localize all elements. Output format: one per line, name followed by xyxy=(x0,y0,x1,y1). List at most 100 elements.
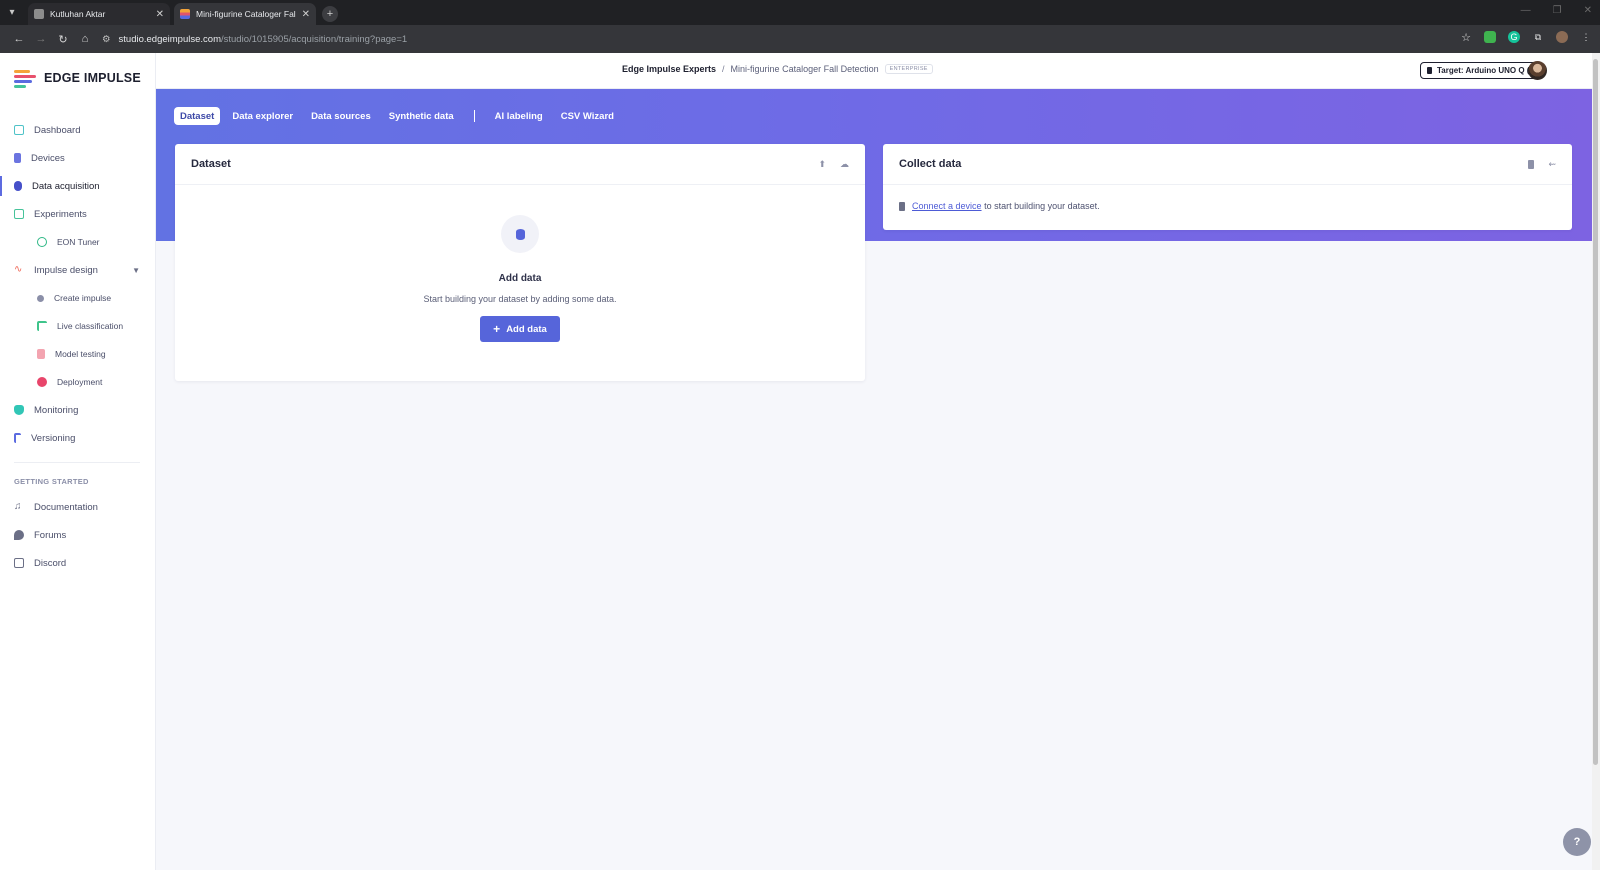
breadcrumb: Edge Impulse Experts / Mini-figurine Cat… xyxy=(622,64,933,74)
project-header: Edge Impulse Experts / Mini-figurine Cat… xyxy=(156,53,1600,89)
sidebar-item-label: Live classification xyxy=(57,321,124,331)
breadcrumb-project[interactable]: Mini-figurine Cataloger Fall Detection xyxy=(731,64,879,74)
profile-avatar-icon[interactable] xyxy=(1556,31,1568,43)
database-icon xyxy=(515,228,525,240)
clipboard-icon xyxy=(37,349,45,359)
target-device-button[interactable]: Target: Arduino UNO Q (... xyxy=(1420,62,1543,79)
reload-icon[interactable]: ↻ xyxy=(52,33,74,46)
add-data-button[interactable]: + Add data xyxy=(480,316,560,342)
usb-icon[interactable]: ⇜ xyxy=(1548,159,1556,170)
minimize-icon[interactable]: — xyxy=(1521,5,1531,16)
back-icon[interactable]: ← xyxy=(8,33,30,45)
tab-search-icon[interactable]: ▾ xyxy=(0,0,24,25)
sidebar-item-deployment[interactable]: Deployment xyxy=(0,368,156,396)
pulse-icon: ∿ xyxy=(14,264,23,275)
getting-started-heading: GETTING STARTED xyxy=(14,476,89,486)
tab-dataset[interactable]: Dataset xyxy=(174,107,221,125)
connect-device-link[interactable]: Connect a device xyxy=(912,201,982,211)
breadcrumb-separator: / xyxy=(722,64,725,74)
browser-tab-project[interactable]: Mini-figurine Cataloger Fall Detection ✕ xyxy=(174,3,316,25)
sidebar-item-create-impulse[interactable]: Create impulse xyxy=(0,284,156,312)
sidebar-item-eon-tuner[interactable]: EON Tuner xyxy=(0,228,156,256)
sidebar-item-dashboard[interactable]: Dashboard xyxy=(0,116,156,144)
close-tab-icon[interactable]: ✕ xyxy=(302,9,310,20)
new-tab-icon[interactable]: + xyxy=(322,6,338,22)
enterprise-badge: ENTERPRISE xyxy=(884,64,933,74)
collect-data-row: Connect a device to start building your … xyxy=(883,185,1572,227)
url-path: /studio/1015905/acquisition/training?pag… xyxy=(220,33,408,45)
sidebar-item-live-classification[interactable]: Live classification xyxy=(0,312,156,340)
tab-data-explorer[interactable]: Data explorer xyxy=(226,107,299,125)
device-icon xyxy=(899,201,905,211)
sidebar-item-impulse-design[interactable]: ∿ Impulse design ▼ xyxy=(0,256,156,284)
tab-synthetic-data[interactable]: Synthetic data xyxy=(383,107,460,125)
sidebar-item-experiments[interactable]: Experiments xyxy=(0,200,156,228)
collect-data-text: to start building your dataset. xyxy=(984,201,1100,211)
binoculars-icon xyxy=(14,405,24,415)
help-button[interactable]: ? xyxy=(1563,828,1591,856)
collect-card-title: Collect data xyxy=(899,158,962,170)
sidebar-item-documentation[interactable]: ♫ Documentation xyxy=(0,493,156,521)
restore-icon[interactable]: ❐ xyxy=(1553,5,1562,16)
brand-logo[interactable]: EDGE IMPULSE xyxy=(14,69,141,88)
sidebar-item-label: EON Tuner xyxy=(57,237,100,247)
browser-tab-profile[interactable]: Kutluhan Aktar ✕ xyxy=(28,3,170,25)
sidebar-item-forums[interactable]: Forums xyxy=(0,521,156,549)
cloud-icon[interactable]: ☁ xyxy=(840,159,849,170)
book-icon: ♫ xyxy=(14,501,22,512)
bookmark-star-icon[interactable]: ☆ xyxy=(1460,31,1472,44)
sidebar-item-label: Versioning xyxy=(31,432,76,444)
tab-data-sources[interactable]: Data sources xyxy=(305,107,377,125)
sidebar-item-versioning[interactable]: Versioning xyxy=(0,424,156,452)
studio-app: EDGE IMPULSE Dashboard Devices Data acqu… xyxy=(0,53,1600,870)
empty-state-title: Add data xyxy=(498,273,542,284)
box-icon xyxy=(37,377,47,387)
close-tab-icon[interactable]: ✕ xyxy=(156,9,164,20)
browser-menu-icon[interactable]: ⋮ xyxy=(1580,31,1592,43)
subtab-bar: Dataset Data explorer Data sources Synth… xyxy=(174,107,620,125)
profile-icon xyxy=(34,9,44,19)
sidebar-item-monitoring[interactable]: Monitoring xyxy=(0,396,156,424)
sidebar-item-devices[interactable]: Devices xyxy=(0,144,156,172)
extensions-puzzle-icon[interactable]: ⧉ xyxy=(1532,31,1544,43)
browser-tab-title: Mini-figurine Cataloger Fall Detection xyxy=(196,9,296,19)
close-window-icon[interactable]: ✕ xyxy=(1584,5,1592,16)
monitor-icon xyxy=(14,125,24,135)
sidebar-item-data-acquisition[interactable]: Data acquisition xyxy=(0,172,156,200)
sidebar-item-model-testing[interactable]: Model testing xyxy=(0,340,156,368)
site-info-icon[interactable]: ⚙ xyxy=(102,34,111,45)
forward-icon[interactable]: → xyxy=(30,33,52,45)
upload-icon[interactable]: ⬆ xyxy=(818,159,826,170)
page-scrollbar[interactable] xyxy=(1592,53,1600,870)
tab-csv-wizard[interactable]: CSV Wizard xyxy=(555,107,620,125)
sidebar-item-label: Monitoring xyxy=(34,404,79,416)
sidebar-item-label: Model testing xyxy=(55,349,106,359)
dataset-card-title: Dataset xyxy=(191,158,231,170)
branch-icon xyxy=(37,321,47,331)
scrollbar-thumb[interactable] xyxy=(1593,59,1598,765)
sidebar-item-label: Deployment xyxy=(57,377,103,387)
address-bar-row: ← → ↻ ⌂ ⚙ studio.edgeimpulse.com/studio/… xyxy=(0,25,1600,53)
avatar[interactable] xyxy=(1528,61,1547,80)
grammarly-extension-icon[interactable]: G xyxy=(1508,31,1520,43)
collect-card-actions: ⇜ xyxy=(1528,159,1556,170)
chevron-down-icon[interactable]: ▼ xyxy=(132,266,140,275)
breadcrumb-org[interactable]: Edge Impulse Experts xyxy=(622,64,716,74)
collect-data-card: Collect data ⇜ Connect a device to start… xyxy=(883,144,1572,230)
chat-icon xyxy=(14,530,24,540)
browser-tab-strip: ▾ Kutluhan Aktar ✕ Mini-figurine Catalog… xyxy=(0,0,1600,25)
url-host: studio.edgeimpulse.com xyxy=(118,33,221,45)
url-field[interactable]: ⚙ studio.edgeimpulse.com/studio/1015905/… xyxy=(102,28,407,50)
discord-icon xyxy=(14,558,24,568)
device-icon xyxy=(14,153,21,163)
device-icon[interactable] xyxy=(1528,159,1535,169)
sidebar-nav: Dashboard Devices Data acquisition Exper… xyxy=(0,116,156,577)
sidebar-item-discord[interactable]: Discord xyxy=(0,549,156,577)
sidebar-divider xyxy=(14,462,140,463)
shield-extension-icon[interactable] xyxy=(1484,31,1496,43)
tab-ai-labeling[interactable]: AI labeling xyxy=(489,107,549,125)
chip-icon xyxy=(1427,67,1432,74)
home-icon[interactable]: ⌂ xyxy=(74,33,96,45)
empty-state-circle xyxy=(501,215,539,253)
edge-impulse-icon xyxy=(180,9,190,19)
